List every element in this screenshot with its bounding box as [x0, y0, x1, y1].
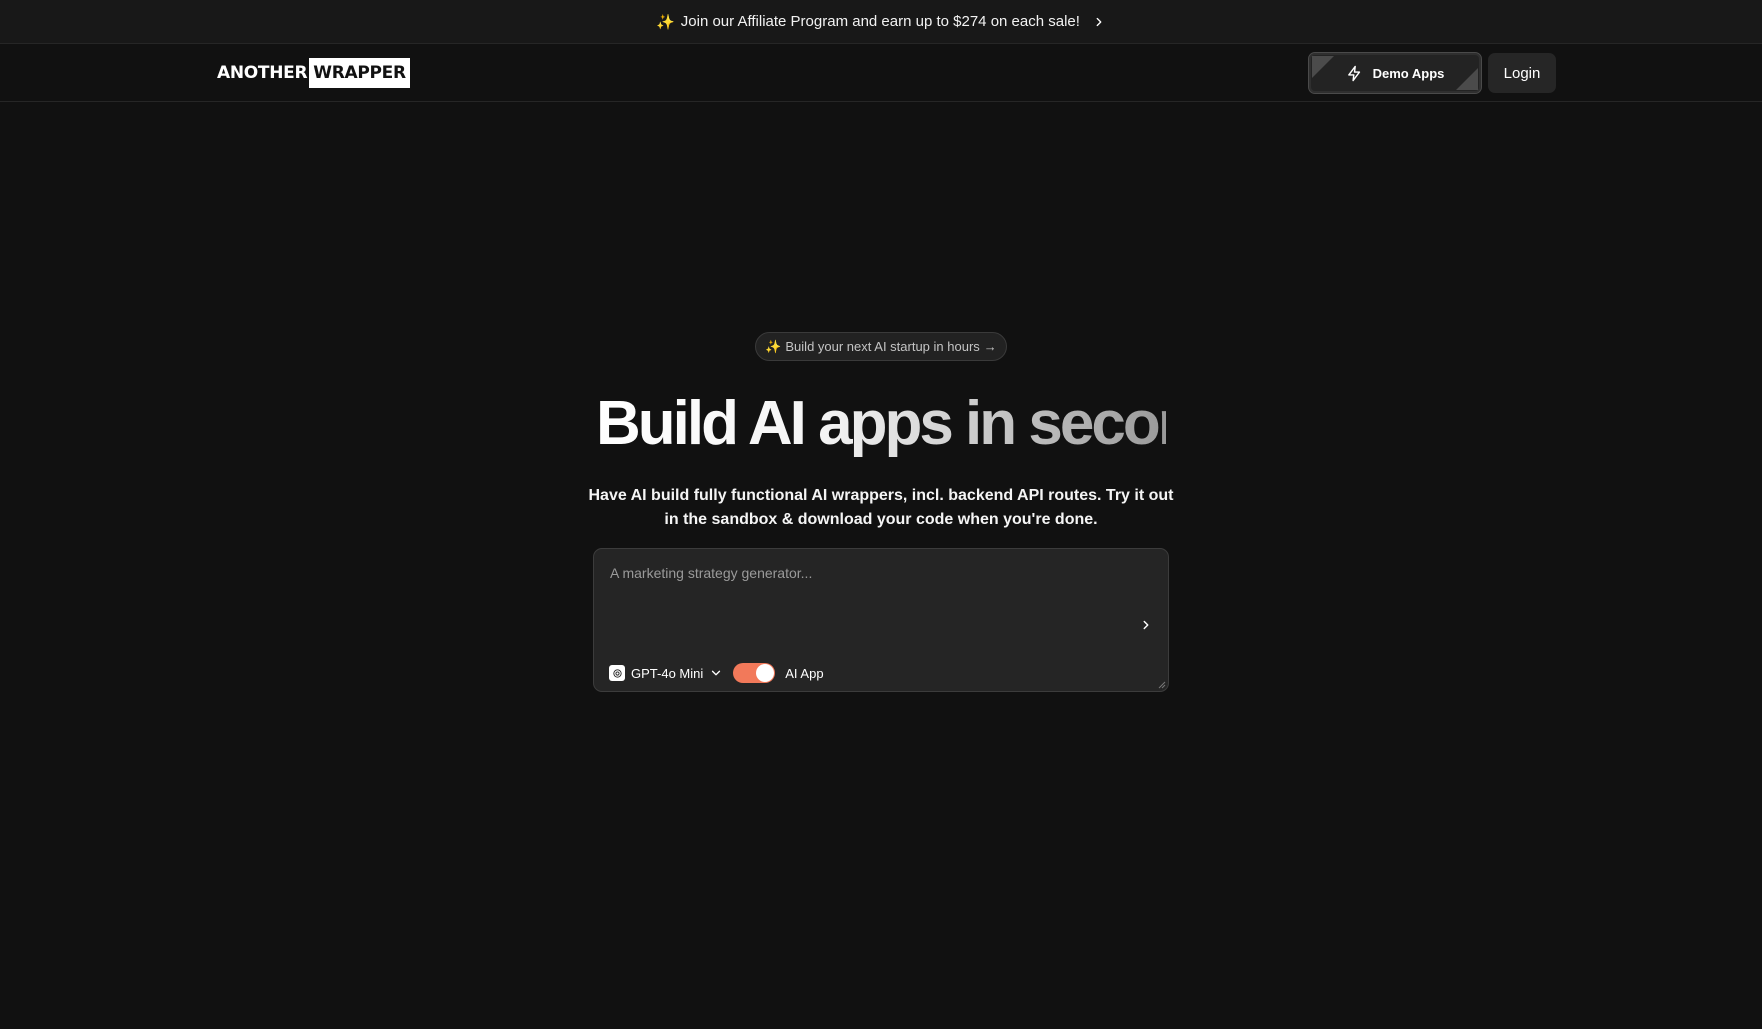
prompt-options: GPT-4o Mini AI App [609, 663, 824, 683]
chevron-down-icon [712, 670, 721, 676]
ai-app-toggle-label: AI App [785, 665, 824, 681]
prompt-box: GPT-4o Mini AI App [593, 548, 1169, 692]
demo-apps-label: Demo Apps [1372, 65, 1445, 81]
hero-announcement-pill[interactable]: ✨ Build your next AI startup in hours → [755, 332, 1007, 361]
openai-logo-icon [609, 665, 625, 681]
sparkle-icon: ✨ [656, 13, 675, 31]
chevron-right-icon [1096, 17, 1102, 26]
hero-subtitle: Have AI build fully functional AI wrappe… [588, 487, 1174, 528]
login-button[interactable]: Login [1488, 53, 1556, 93]
hero-headline: Build AI apps in seconds [596, 389, 1262, 458]
toggle-knob [756, 664, 775, 682]
resize-grip-icon[interactable] [1158, 681, 1166, 689]
send-button[interactable] [1136, 615, 1156, 635]
demo-apps-button[interactable]: Demo Apps [1308, 52, 1482, 94]
affiliate-banner-text: Join our Affiliate Program and earn up t… [680, 13, 1080, 30]
nav-actions: Demo Apps Login [1308, 52, 1556, 94]
sparkle-icon: ✨ [765, 338, 782, 354]
ai-app-toggle[interactable] [733, 663, 776, 683]
logo[interactable]: ANOTHER WRAPPER [217, 58, 410, 88]
arrow-right-icon: → [983, 339, 997, 354]
model-select[interactable]: GPT-4o Mini [609, 665, 723, 681]
chevron-right-icon [1143, 620, 1149, 630]
prompt-input[interactable] [610, 565, 1110, 625]
affiliate-banner[interactable]: ✨ Join our Affiliate Program and earn up… [0, 0, 1762, 44]
top-navbar: ANOTHER WRAPPER Demo Apps Login [0, 44, 1762, 102]
model-select-label: GPT-4o Mini [631, 665, 704, 681]
logo-word-wrapper: WRAPPER [309, 58, 410, 88]
logo-word-another: ANOTHER [217, 63, 308, 83]
lightning-bolt-icon [1347, 65, 1360, 81]
pill-text: Build your next AI startup in hours [785, 339, 980, 354]
